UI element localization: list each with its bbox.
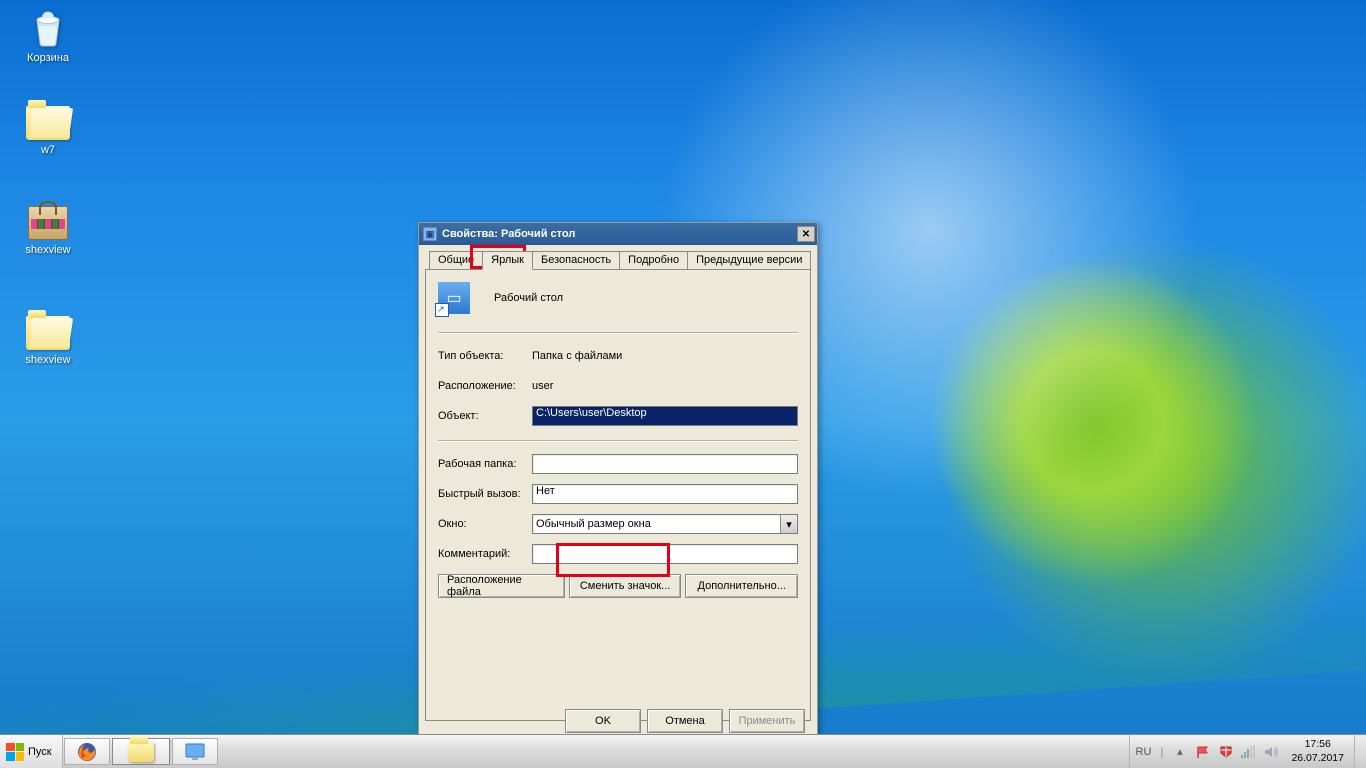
shortcut-titlebar-icon: ▣: [423, 227, 437, 241]
desktop-icon-folder-w7[interactable]: w7: [12, 106, 84, 156]
shortcut-name: Рабочий стол: [494, 292, 563, 304]
label-hotkey: Быстрый вызов:: [438, 488, 532, 500]
dialog-title: Свойства: Рабочий стол: [442, 228, 797, 240]
folder-icon: [26, 316, 70, 350]
taskbar: Пуск RU | ▴ 17:56: [0, 734, 1366, 768]
tray-chevron-icon[interactable]: ▴: [1172, 744, 1187, 759]
desktop-icon-label: shexview: [12, 244, 84, 256]
value-object-type: Папка с файлами: [532, 350, 622, 362]
dialog-footer: OK Отмена Применить: [419, 709, 817, 733]
run-combobox-value: Обычный размер окна: [536, 518, 651, 530]
tab-general[interactable]: Общие: [429, 251, 483, 270]
advanced-button[interactable]: Дополнительно...: [685, 574, 798, 598]
system-tray: RU | ▴ 17:56 26.07.2017: [1129, 735, 1354, 768]
label-comment: Комментарий:: [438, 548, 532, 560]
cancel-button[interactable]: Отмена: [647, 709, 723, 733]
network-icon[interactable]: [1241, 744, 1256, 759]
file-location-button[interactable]: Расположение файла: [438, 574, 565, 598]
monitor-icon: [185, 743, 205, 761]
label-start-in: Рабочая папка:: [438, 458, 532, 470]
volume-icon[interactable]: [1264, 744, 1279, 759]
run-combobox[interactable]: Обычный размер окна ▾: [532, 514, 798, 534]
security-icon[interactable]: [1218, 744, 1233, 759]
desktop-icon-label: w7: [12, 144, 84, 156]
desktop-icon-archive-shexview[interactable]: shexview: [12, 206, 84, 256]
flag-icon[interactable]: [1195, 744, 1210, 759]
tray-separator: |: [1159, 746, 1164, 758]
tab-shortcut[interactable]: Ярлык: [482, 251, 533, 270]
apply-button[interactable]: Применить: [729, 709, 805, 733]
tab-details[interactable]: Подробно: [619, 251, 688, 270]
dialog-tabs: Общие Ярлык Безопасность Подробно Предыд…: [419, 245, 817, 270]
dialog-titlebar[interactable]: ▣ Свойства: Рабочий стол ✕: [419, 223, 817, 245]
firefox-icon: [76, 741, 98, 763]
value-location: user: [532, 380, 553, 392]
start-in-input[interactable]: [532, 454, 798, 474]
target-input[interactable]: C:\Users\user\Desktop: [532, 406, 798, 426]
hotkey-input[interactable]: Нет: [532, 484, 798, 504]
tab-security[interactable]: Безопасность: [532, 251, 620, 270]
label-run: Окно:: [438, 518, 532, 530]
taskbar-item-explorer[interactable]: [112, 738, 170, 765]
windows-logo-icon: [6, 743, 24, 761]
taskbar-item-firefox[interactable]: [64, 738, 110, 765]
desktop-icon-label: Корзина: [12, 52, 84, 64]
clock-date: 26.07.2017: [1291, 752, 1344, 765]
show-desktop-button[interactable]: [1354, 735, 1366, 768]
desktop-icon-recycle-bin[interactable]: Корзина: [12, 6, 84, 64]
language-indicator[interactable]: RU: [1136, 746, 1152, 758]
label-location: Расположение:: [438, 380, 532, 392]
start-label: Пуск: [28, 746, 52, 758]
folder-icon: [26, 106, 70, 140]
change-icon-button[interactable]: Сменить значок...: [569, 574, 682, 598]
chevron-down-icon: ▾: [780, 515, 797, 533]
taskbar-clock[interactable]: 17:56 26.07.2017: [1287, 738, 1348, 764]
folder-icon: [128, 742, 154, 762]
label-object-type: Тип объекта:: [438, 350, 532, 362]
desktop-icon-folder-shexview[interactable]: shexview: [12, 316, 84, 366]
shortcut-large-icon: ▭↗: [438, 282, 470, 314]
tab-previous-versions[interactable]: Предыдущие версии: [687, 251, 811, 270]
close-button[interactable]: ✕: [797, 226, 815, 242]
ok-button[interactable]: OK: [565, 709, 641, 733]
taskbar-item-app[interactable]: [172, 738, 218, 765]
clock-time: 17:56: [1291, 738, 1344, 751]
properties-dialog: ▣ Свойства: Рабочий стол ✕ Общие Ярлык Б…: [418, 222, 818, 742]
recycle-bin-icon: [27, 6, 69, 48]
start-button[interactable]: Пуск: [0, 735, 63, 768]
label-target: Объект:: [438, 410, 532, 422]
desktop-icon-label: shexview: [12, 354, 84, 366]
comment-input[interactable]: [532, 544, 798, 564]
winrar-icon: [28, 206, 68, 240]
tab-pane-shortcut: ▭↗ Рабочий стол Тип объекта: Папка с фай…: [425, 269, 811, 721]
